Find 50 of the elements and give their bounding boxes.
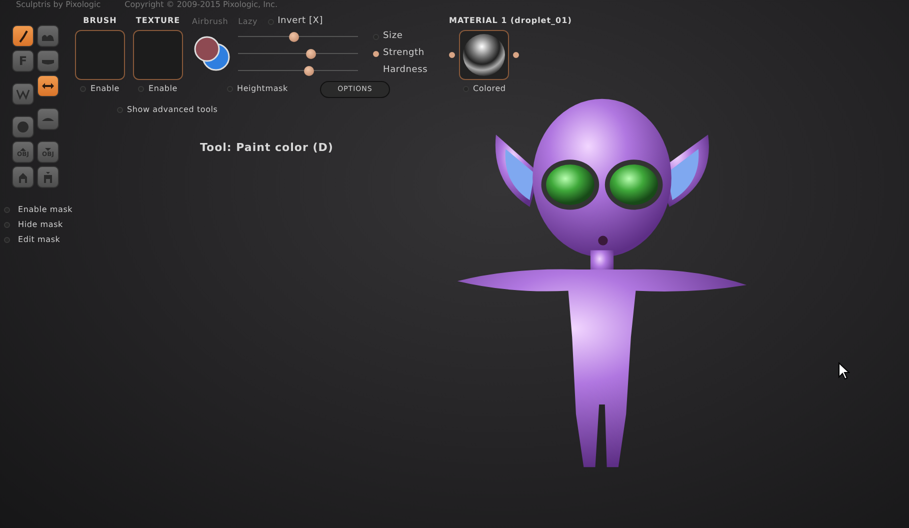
mask-option-radio[interactable] [4,222,10,228]
brush-heading: BRUSH [83,15,117,27]
tool-button[interactable] [37,25,59,47]
texture-enable-radio[interactable] [138,86,144,92]
brush-enable-label: Enable [90,83,120,95]
zigzag-tool-icon [16,87,30,101]
mask-option-label: Enable mask [18,204,73,216]
tool-button[interactable] [12,166,34,188]
brush-enable-radio[interactable] [80,86,86,92]
brush-slot[interactable] [75,30,125,80]
advanced-tools-radio[interactable] [117,106,123,112]
slider-label: Size [383,30,403,43]
tool-button[interactable]: F [12,50,34,72]
sphere-tool-icon [16,120,30,134]
slider-radio[interactable] [373,50,379,56]
slider-thumb[interactable] [306,48,316,58]
slider-thumb[interactable] [289,32,300,42]
slider-thumb[interactable] [304,66,314,76]
mask-option-label: Edit mask [18,234,60,246]
advanced-tools-label: Show advanced tools [127,104,218,116]
material-next-dot[interactable] [513,52,519,58]
tool-button[interactable] [12,83,34,105]
texture-slot[interactable] [133,30,183,80]
slider-label: Hardness [383,64,428,77]
tool-button[interactable] [37,50,59,72]
stroke-option-toggle[interactable]: Lazy [238,16,258,28]
figure-up-tool-icon [16,170,30,184]
material-prev-dot[interactable] [449,52,455,58]
cursor-icon [838,362,850,380]
colored-label: Colored [473,83,506,95]
color-swatch-icon[interactable] [192,34,232,74]
copyright-text: Copyright © 2009-2015 Pixologic, Inc. [124,0,278,9]
tool-status-text: Tool: Paint color (D) [200,140,334,154]
stroke-option-toggle[interactable]: Airbrush [192,16,228,28]
chrome-sphere-icon [462,33,506,77]
heightmask-label: Heightmask [237,83,288,95]
tool-button[interactable] [12,116,34,138]
mask-option-label: Hide mask [18,219,63,231]
material-heading: MATERIAL 1 (droplet_01) [449,15,572,27]
texture-heading: TEXTURE [136,15,180,27]
app-title: Sculptris by Pixologic [16,0,101,9]
mask-option-radio[interactable] [4,237,10,243]
texture-enable-label: Enable [148,83,178,95]
tool-button[interactable] [12,25,34,47]
mask-option-radio[interactable] [4,207,10,213]
material-preview[interactable] [459,30,509,80]
tool-button[interactable] [37,75,59,97]
invert-label: Invert [X] [278,15,324,28]
slider-label: Strength [383,46,424,60]
figure-down-tool-icon [41,170,55,184]
